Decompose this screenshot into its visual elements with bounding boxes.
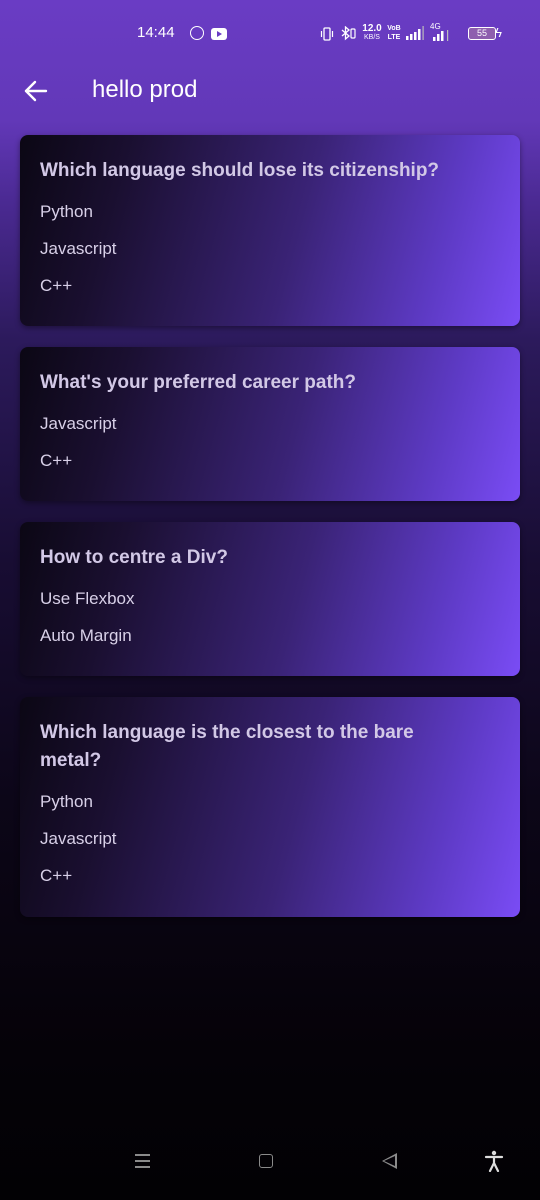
whatsapp-icon xyxy=(190,26,204,40)
page-title: hello prod xyxy=(92,76,198,103)
recents-icon[interactable] xyxy=(135,1154,150,1168)
poll-option[interactable]: Python xyxy=(40,202,500,222)
vibrate-icon xyxy=(320,27,334,41)
poll-card[interactable]: Which language should lose its citizensh… xyxy=(20,135,520,326)
poll-card[interactable]: What's your preferred career path? Javas… xyxy=(20,347,520,501)
youtube-icon xyxy=(211,28,227,40)
poll-option[interactable]: Javascript xyxy=(40,414,500,434)
poll-option[interactable]: C++ xyxy=(40,866,500,886)
home-icon[interactable] xyxy=(259,1154,273,1168)
poll-question: How to centre a Div? xyxy=(40,547,228,568)
poll-question: What's your preferred career path? xyxy=(40,372,356,393)
poll-card[interactable]: How to centre a Div? Use Flexbox Auto Ma… xyxy=(20,522,520,676)
poll-question: Which language is the closest to the bar… xyxy=(40,722,414,771)
poll-option[interactable]: C++ xyxy=(40,451,500,471)
poll-question: Which language should lose its citizensh… xyxy=(40,160,440,181)
status-bar: 14:44 12.0 KB/S VoB LTE 4G 55 ϟ xyxy=(0,0,540,66)
volte-indicator: VoB LTE xyxy=(387,25,401,41)
signal-icon xyxy=(406,26,424,40)
poll-option[interactable]: Javascript xyxy=(40,239,500,259)
bluetooth-icon xyxy=(341,26,356,41)
poll-option[interactable]: Use Flexbox xyxy=(40,589,500,609)
battery-indicator: 55 xyxy=(468,27,496,40)
back-icon[interactable] xyxy=(382,1153,397,1169)
charging-icon: ϟ xyxy=(495,25,502,40)
signal-icon-2 xyxy=(433,30,449,41)
app-bar: hello prod xyxy=(0,66,540,124)
poll-card[interactable]: Which language is the closest to the bar… xyxy=(20,697,520,917)
poll-option[interactable]: Javascript xyxy=(40,829,500,849)
system-nav-bar xyxy=(0,1134,540,1200)
poll-option[interactable]: C++ xyxy=(40,276,500,296)
poll-option[interactable]: Python xyxy=(40,792,500,812)
status-time: 14:44 xyxy=(137,24,175,41)
net-speed: 12.0 KB/S xyxy=(362,23,382,42)
poll-option[interactable]: Auto Margin xyxy=(40,626,500,646)
accessibility-icon[interactable] xyxy=(484,1150,504,1172)
arrow-left-icon[interactable] xyxy=(22,76,52,106)
